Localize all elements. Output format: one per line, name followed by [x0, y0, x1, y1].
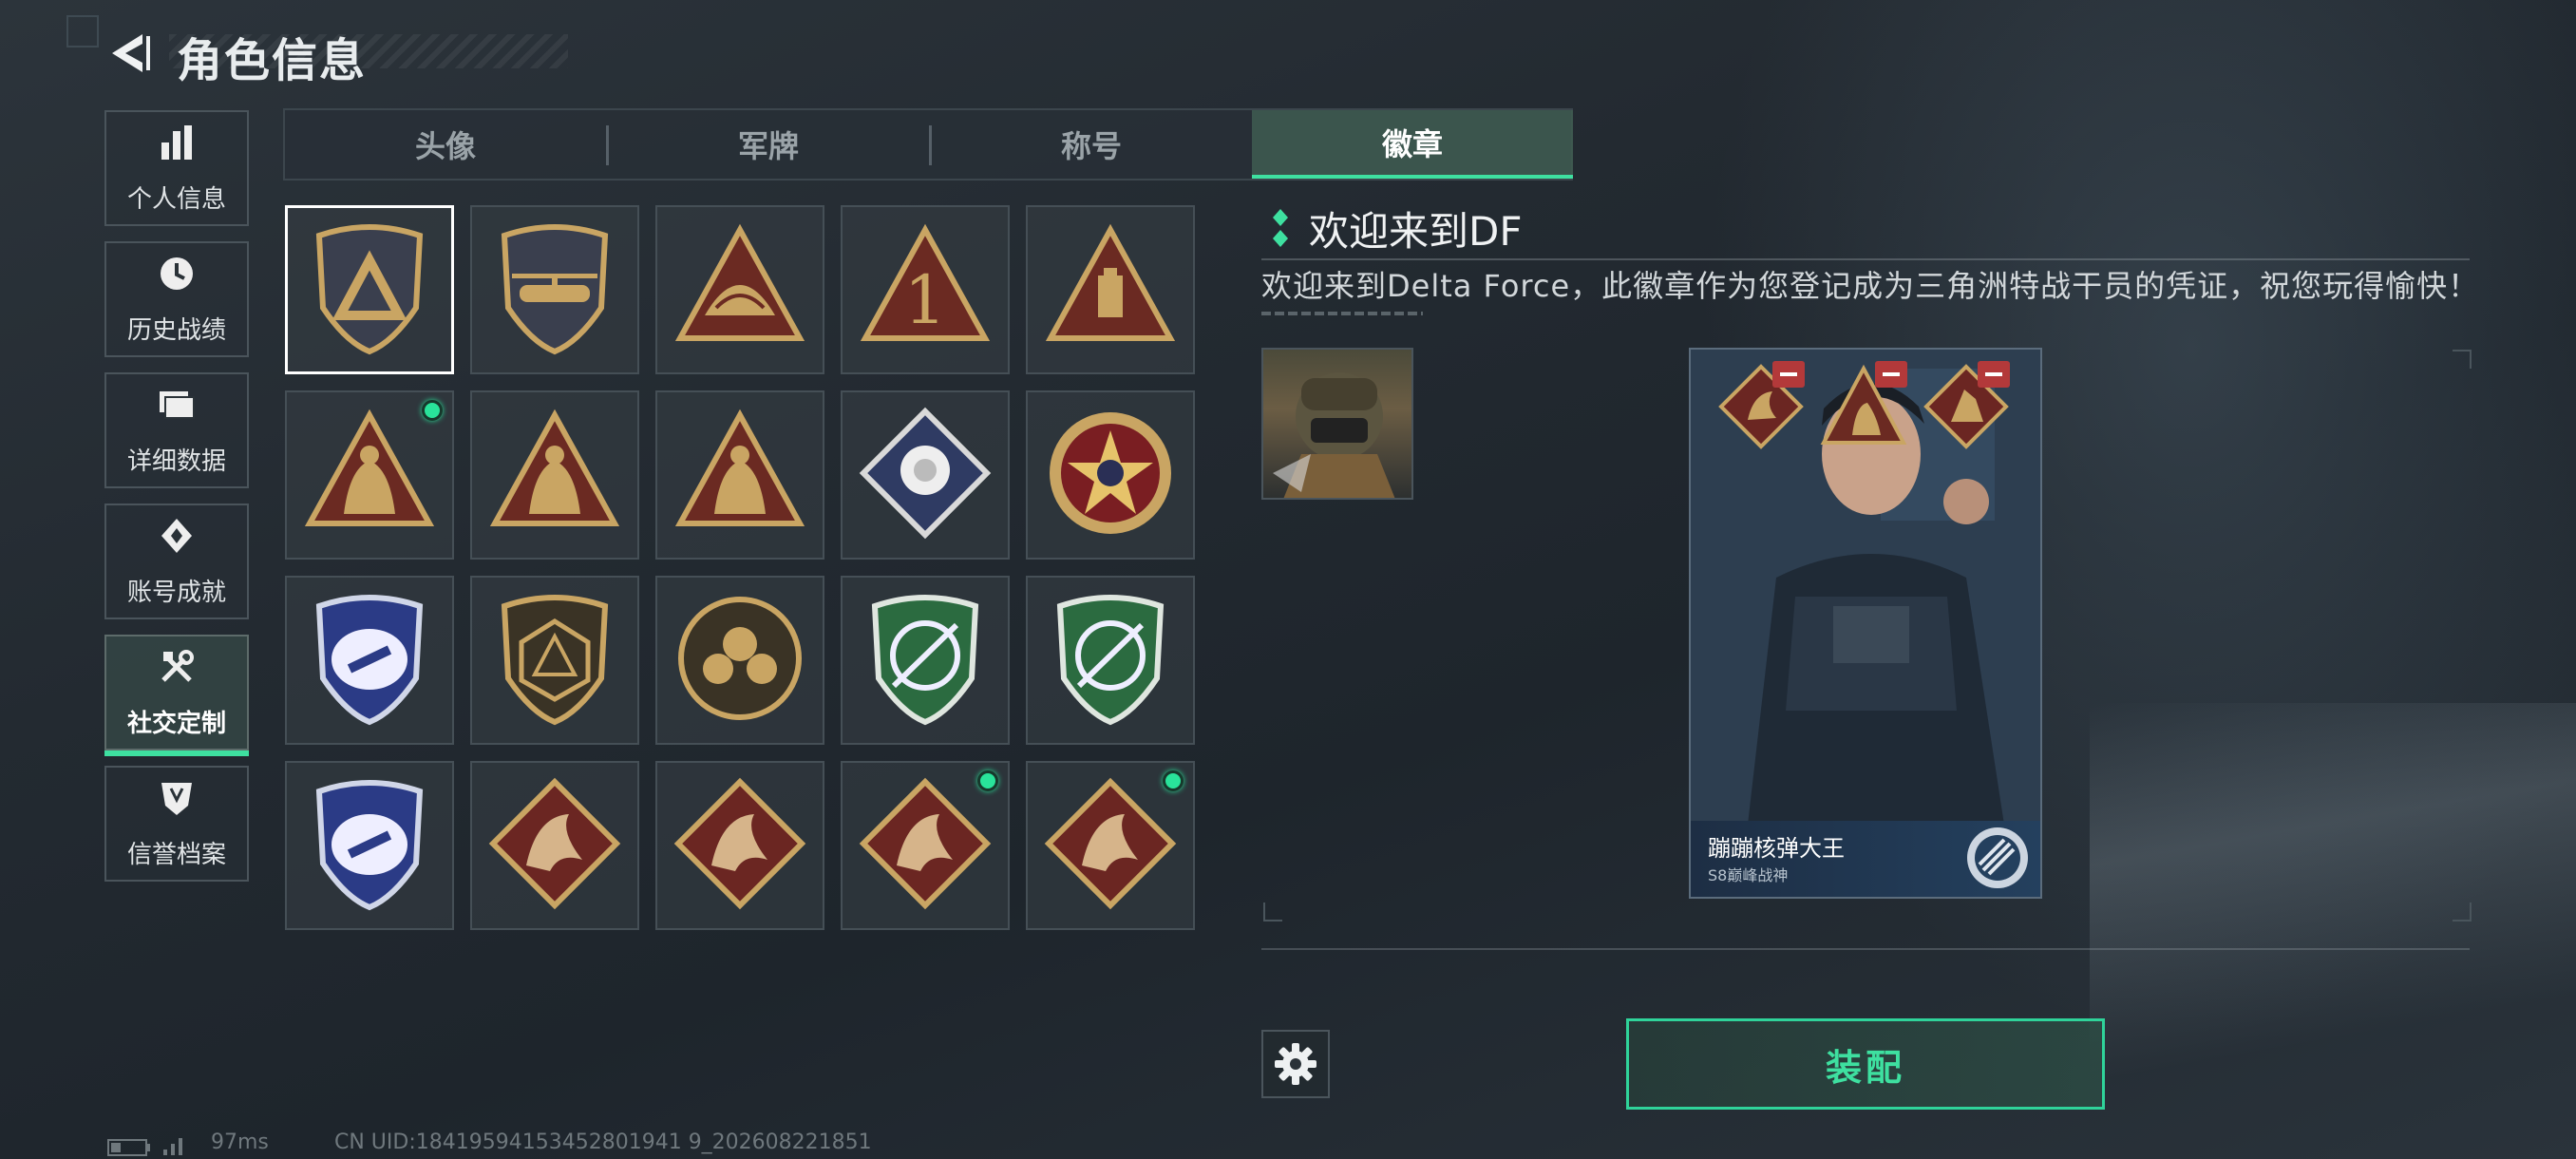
sidebar-item-3[interactable]: 账号成就 — [104, 504, 249, 619]
badge-item[interactable] — [285, 761, 454, 930]
badge-item[interactable] — [841, 390, 1010, 560]
ping-text: 97ms — [211, 1130, 269, 1154]
badge-item[interactable] — [655, 761, 824, 930]
tab-badge[interactable]: 徽章 — [1252, 110, 1573, 179]
shield-blue-green-badge-icon — [298, 772, 441, 919]
equipped-slot-2[interactable] — [1818, 361, 1909, 452]
badge-item[interactable] — [1026, 205, 1195, 374]
sidebar-item-4[interactable]: 社交定制 — [104, 635, 249, 756]
clock-icon — [156, 253, 198, 303]
badge-item[interactable] — [470, 390, 639, 560]
badge-item[interactable] — [841, 576, 1010, 745]
medal-icon — [156, 515, 198, 565]
remove-slot-1-button[interactable] — [1772, 361, 1805, 388]
diamond-dragon-badge-icon — [854, 772, 996, 919]
rank-emblem-icon — [1967, 827, 2028, 888]
tab-avatar[interactable]: 头像 — [285, 110, 606, 179]
sidebar-item-label: 账号成就 — [126, 579, 226, 607]
badge-item[interactable] — [655, 576, 824, 745]
diamond-dragon-badge-icon — [669, 772, 811, 919]
tab-bar: 头像 军牌 称号 徽章 — [283, 108, 1573, 180]
diamond-rose-badge-icon — [854, 402, 996, 548]
settings-button[interactable] — [1261, 1030, 1330, 1098]
round-star-badge-icon — [1039, 402, 1182, 548]
corner-decoration — [66, 15, 99, 48]
tab-title[interactable]: 称号 — [931, 110, 1252, 179]
svg-text:1: 1 — [904, 261, 947, 339]
tri-hands-badge-icon — [483, 402, 626, 548]
shield-green-badge-icon — [854, 587, 996, 733]
back-arrow-icon — [112, 34, 150, 72]
new-indicator-dot — [1163, 770, 1184, 791]
badge-item[interactable] — [470, 761, 639, 930]
shield-blue-badge-icon — [298, 587, 441, 733]
new-indicator-dot — [977, 770, 998, 791]
equipped-slot-1[interactable] — [1715, 361, 1807, 452]
badge-item[interactable] — [470, 205, 639, 374]
selected-badge-preview — [1261, 348, 1413, 500]
title-diamond-icon — [1273, 209, 1288, 247]
gear-icon — [1275, 1043, 1316, 1085]
badge-item[interactable] — [285, 205, 454, 374]
player-rank: S8巅峰战神 — [1708, 866, 1789, 884]
uid-text: CN UID:18419594153452801941 9_2026082218… — [334, 1130, 872, 1154]
tri-one-badge-icon: 1 — [854, 217, 996, 363]
sidebar-item-5[interactable]: 信誉档案 — [104, 766, 249, 882]
new-indicator-dot — [422, 400, 443, 421]
shield-d20-badge-icon — [483, 587, 626, 733]
badge-item[interactable] — [841, 761, 1010, 930]
battery-signal-icon — [107, 1138, 182, 1156]
tri-figure-badge-icon — [298, 402, 441, 548]
back-button[interactable] — [104, 28, 154, 78]
tri-wings-badge-icon — [669, 217, 811, 363]
sidebar-item-2[interactable]: 详细数据 — [104, 372, 249, 488]
tools-icon — [156, 646, 198, 696]
shield-logo-badge-icon — [298, 217, 441, 363]
tri-box-badge-icon — [1039, 217, 1182, 363]
remove-slot-3-button[interactable] — [1978, 361, 2010, 388]
badge-item[interactable] — [655, 390, 824, 560]
shield-icon — [156, 777, 198, 827]
badge-description: 欢迎来到Delta Force，此徽章作为您登记成为三角洲特战干员的凭证，祝您玩… — [1261, 268, 2480, 304]
sidebar-item-label: 历史战绩 — [126, 316, 226, 345]
sidebar-item-label: 详细数据 — [126, 447, 226, 476]
badge-item[interactable] — [1026, 761, 1195, 930]
sidebar-item-label: 信誉档案 — [126, 841, 226, 869]
folder-icon — [156, 384, 198, 434]
shield-green-badge-icon — [1039, 587, 1182, 733]
equip-button[interactable]: 装配 — [1626, 1018, 2105, 1110]
tri-soldiers-badge-icon — [669, 402, 811, 548]
badge-item[interactable] — [655, 205, 824, 374]
badge-item[interactable] — [1026, 576, 1195, 745]
bar-chart-icon — [156, 122, 198, 172]
badge-name: 欢迎来到DF — [1309, 208, 1523, 255]
shield-heli-badge-icon — [483, 217, 626, 363]
badge-item[interactable] — [285, 576, 454, 745]
diamond-runner-badge-icon — [1039, 772, 1182, 919]
player-name: 蹦蹦核弹大王 — [1708, 835, 1845, 862]
round-skull-badge-icon — [669, 587, 811, 733]
sidebar-item-1[interactable]: 历史战绩 — [104, 241, 249, 357]
badge-item[interactable] — [1026, 390, 1195, 560]
tab-dogtag[interactable]: 军牌 — [608, 110, 929, 179]
diamond-wolf-badge-icon — [483, 772, 626, 919]
badge-item[interactable]: 1 — [841, 205, 1010, 374]
page-title: 角色信息 — [177, 34, 368, 87]
sidebar-item-0[interactable]: 个人信息 — [104, 110, 249, 226]
badge-item[interactable] — [285, 390, 454, 560]
badge-item[interactable] — [470, 576, 639, 745]
sidebar-item-label: 社交定制 — [126, 710, 226, 738]
equipped-slot-3[interactable] — [1921, 361, 2012, 452]
remove-slot-2-button[interactable] — [1875, 361, 1907, 388]
sidebar-item-label: 个人信息 — [126, 185, 226, 214]
